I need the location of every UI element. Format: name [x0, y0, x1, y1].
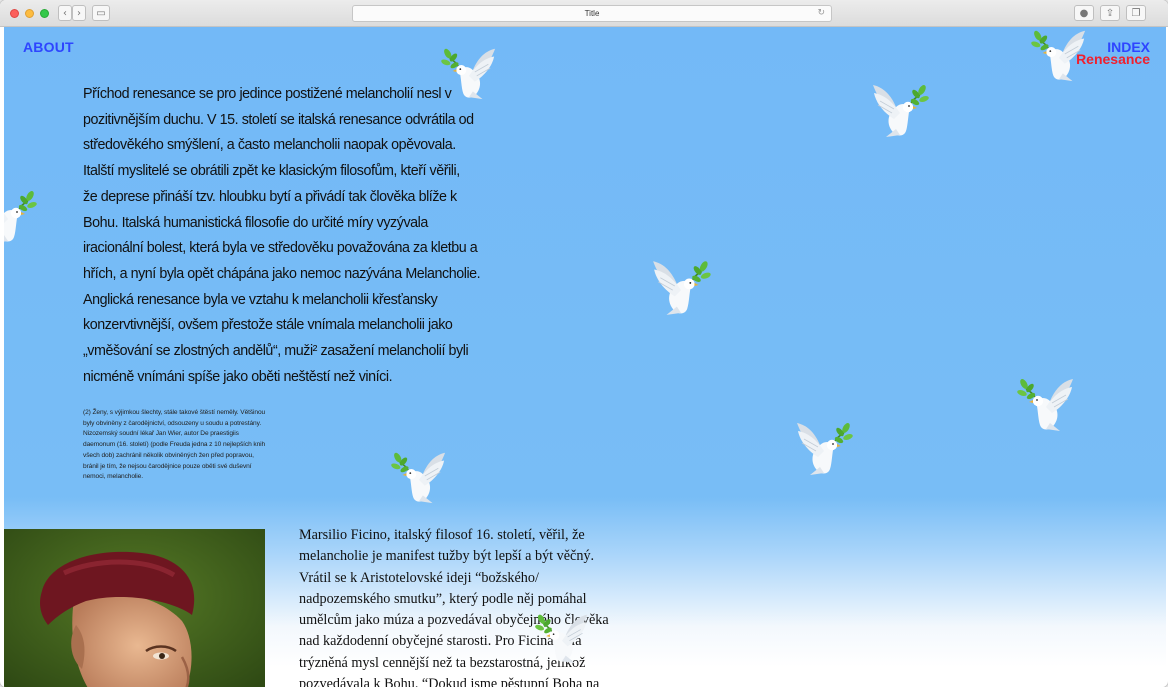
dove-with-olive-branch-icon	[1016, 373, 1076, 433]
download-button[interactable]: ●	[1074, 5, 1094, 21]
text-line: Italští myslitelé se obrátili zpět ke kl…	[83, 163, 460, 180]
share-button[interactable]: ⇪	[1100, 5, 1120, 21]
about-link[interactable]: ABOUT	[23, 39, 74, 55]
address-bar[interactable]: Title ↻	[352, 5, 832, 22]
sidebar-icon: ▭	[96, 7, 106, 19]
text-line: Bohu. Italská humanistická filosofie do …	[83, 214, 428, 231]
footnote-line: bránil je tím, že nejsou čarodějnice pou…	[83, 462, 252, 470]
footnote-line: byly obviněny z čarodějnictví, odsouzeny…	[83, 419, 262, 427]
window-controls	[10, 9, 49, 18]
text-line: Anglická renesance byla ve vztahu k mela…	[83, 291, 438, 308]
zoom-window-button[interactable]	[40, 9, 49, 18]
browser-window: ‹ › ▭ Title ↻ ● ⇪ ❐ ABOUT INDEX Renesanc…	[0, 0, 1168, 687]
text-line: pozitivnějším duchu. V 15. století se it…	[83, 111, 474, 128]
back-button[interactable]: ‹	[58, 5, 72, 21]
footnote: (2) Ženy, s výjimkou šlechty, stále tako…	[83, 408, 335, 483]
footnote-line: všech dob) zachránil několik obviněných …	[83, 451, 254, 459]
reload-icon[interactable]: ↻	[817, 6, 825, 21]
text-line: hřích, a nyní byla opět chápána jako nem…	[83, 265, 481, 282]
footnote-line: daemonum (16. století) (podle Freuda jed…	[83, 441, 266, 449]
close-window-button[interactable]	[10, 9, 19, 18]
dove-with-olive-branch-icon	[390, 447, 448, 505]
dove-with-olive-branch-icon	[440, 43, 498, 101]
text-line: iracionální bolest, která byla ve středo…	[83, 240, 478, 257]
text-line: melancholie je manifest tužby být lepší …	[299, 548, 595, 565]
footnote-line: (2) Ženy, s výjimkou šlechty, stále tako…	[83, 409, 266, 416]
web-page: ABOUT INDEX Renesance Příchod renesance …	[4, 27, 1166, 687]
dove-with-olive-branch-icon	[534, 609, 590, 665]
text-line: Vrátil se k Aristotelovské ideji “božské…	[299, 569, 539, 586]
dove-with-olive-branch-icon	[650, 255, 712, 317]
main-paragraph: Příchod renesance se pro jedince postiže…	[83, 82, 508, 390]
dove-with-olive-branch-icon	[4, 185, 38, 245]
download-icon: ●	[1079, 7, 1089, 19]
text-line: konzervtivnější, ovšem přestože stále vn…	[83, 317, 453, 334]
browser-title-bar: ‹ › ▭ Title ↻ ● ⇪ ❐	[0, 0, 1168, 27]
footnote-line: Nizozemský soudní lékař Jan Wier, autor …	[83, 430, 239, 438]
chevron-left-icon: ‹	[63, 7, 67, 19]
chevron-right-icon: ›	[77, 7, 81, 19]
dove-with-olive-branch-icon	[870, 79, 930, 139]
page-title: Title	[584, 9, 600, 18]
text-line: nicméně vnímáni spíše jako oběti neštěst…	[83, 368, 393, 385]
text-line: nadpozemského smutku”, který podle něj p…	[299, 590, 587, 607]
text-line: středověkého smýšlení, a často melanchol…	[83, 137, 456, 154]
text-line: „vměšování se zlostných andělů“, muži² z…	[83, 343, 469, 360]
portrait-painting	[4, 529, 265, 687]
forward-button[interactable]: ›	[72, 5, 86, 21]
dove-with-olive-branch-icon	[1030, 27, 1088, 83]
dove-with-olive-branch-icon	[794, 417, 854, 477]
footnote-line: nemoci, melancholie.	[83, 473, 143, 481]
text-line: že deprese přináší tzv. hloubku bytí a p…	[83, 188, 457, 205]
text-line: pozvedávala k Bohu. “Dokud jsme pěstupní…	[299, 676, 600, 687]
tabs-button[interactable]: ❐	[1126, 5, 1146, 21]
share-icon: ⇪	[1105, 7, 1115, 19]
tabs-icon: ❐	[1131, 7, 1141, 19]
text-line: Marsilio Ficino, italský filosof 16. sto…	[299, 527, 585, 543]
minimize-window-button[interactable]	[25, 9, 34, 18]
sidebar-button[interactable]: ▭	[92, 5, 110, 21]
